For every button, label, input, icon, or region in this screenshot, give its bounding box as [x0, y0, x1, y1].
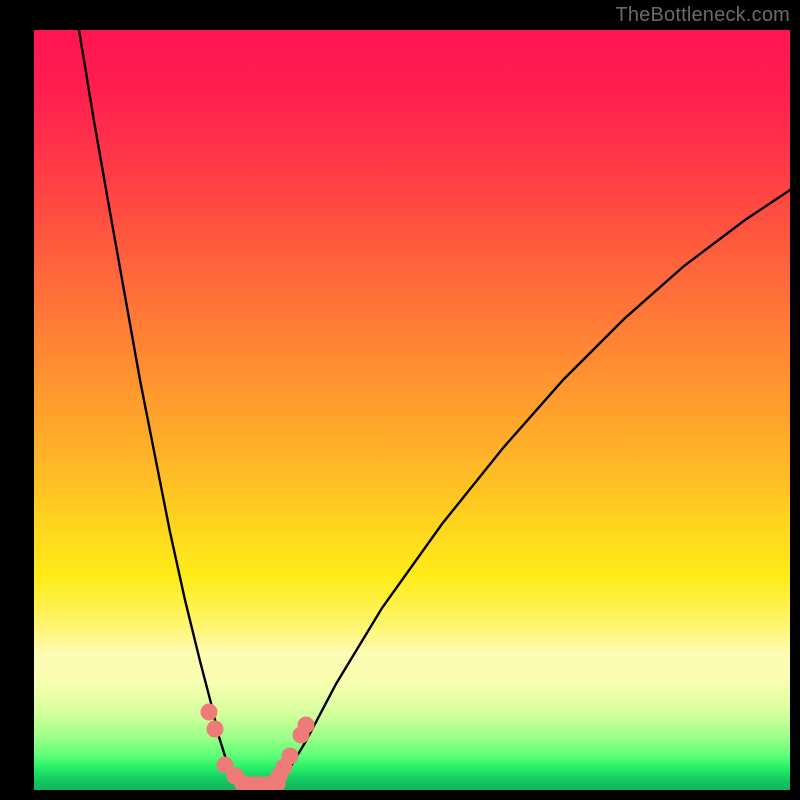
pink-markers — [201, 704, 314, 790]
right-branch — [265, 190, 790, 788]
left-branch — [79, 30, 265, 788]
chart-frame: TheBottleneck.com — [0, 0, 800, 800]
plot-area — [34, 30, 790, 790]
curve-layer — [34, 30, 790, 790]
watermark-text: TheBottleneck.com — [615, 4, 790, 27]
